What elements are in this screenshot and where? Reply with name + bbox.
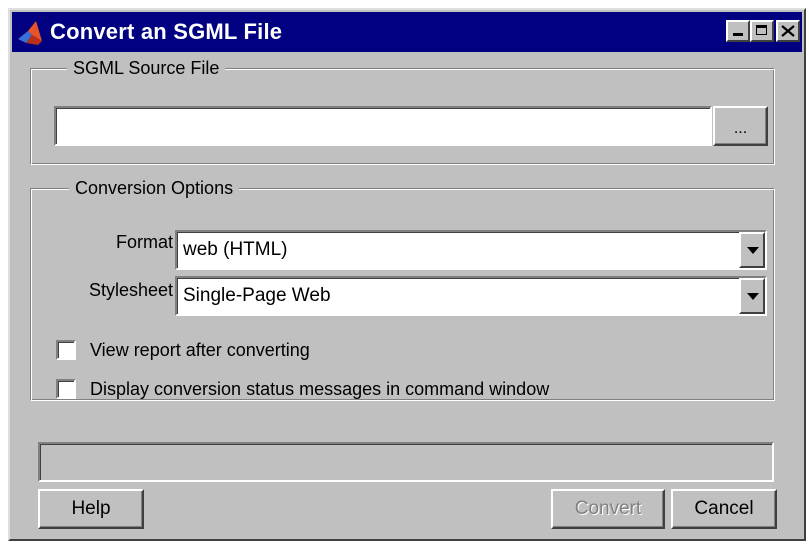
status-messages-label[interactable]: Display conversion status messages in co…	[90, 379, 549, 400]
format-selected-value: web (HTML)	[183, 239, 288, 260]
format-select[interactable]: web (HTML)	[175, 230, 767, 270]
convert-button[interactable]: Convert	[551, 489, 665, 529]
stylesheet-select[interactable]: Single-Page Web	[175, 276, 767, 316]
status-bar	[38, 442, 774, 482]
view-report-checkbox[interactable]	[56, 340, 76, 360]
matlab-logo-icon	[18, 21, 42, 45]
help-button[interactable]: Help	[38, 489, 144, 529]
sgml-source-legend: SGML Source File	[67, 56, 226, 80]
browse-button[interactable]: ...	[713, 106, 768, 146]
conversion-options-legend: Conversion Options	[69, 176, 240, 200]
chevron-down-icon[interactable]	[739, 278, 765, 314]
close-icon[interactable]	[776, 20, 800, 42]
format-label: Format	[115, 232, 173, 252]
view-report-label[interactable]: View report after converting	[90, 340, 310, 361]
minimize-icon[interactable]	[726, 20, 750, 42]
cancel-button[interactable]: Cancel	[671, 489, 777, 529]
sgml-file-input[interactable]	[54, 106, 712, 146]
status-messages-checkbox[interactable]	[56, 379, 76, 399]
window-title: Convert an SGML File	[50, 19, 283, 44]
chevron-down-icon[interactable]	[739, 232, 765, 268]
maximize-icon[interactable]	[750, 20, 774, 42]
title-bar[interactable]: Convert an SGML File	[12, 12, 802, 52]
stylesheet-selected-value: Single-Page Web	[183, 285, 331, 306]
stylesheet-label: Stylesheet	[88, 280, 173, 300]
